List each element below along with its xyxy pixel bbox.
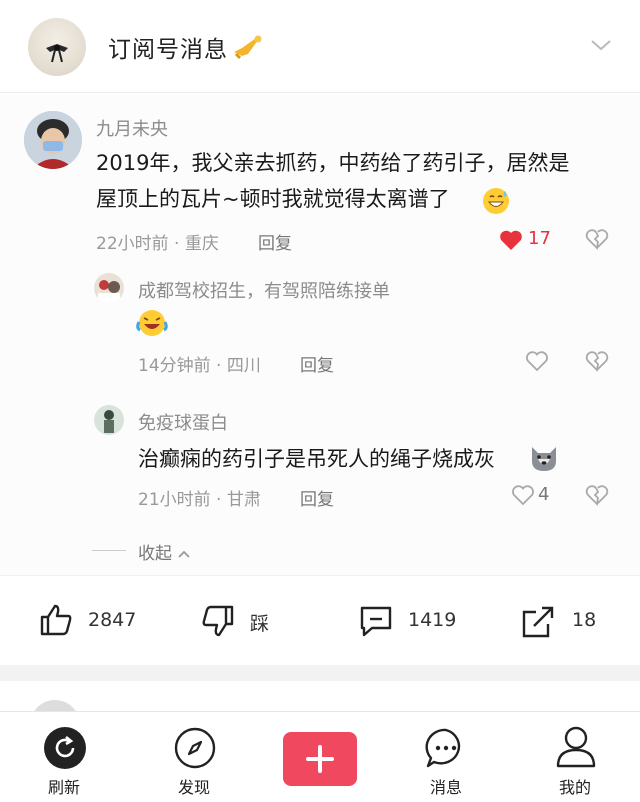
- divider: [92, 550, 126, 551]
- like-count: 4: [538, 484, 550, 505]
- wolf-emoji: [532, 447, 556, 471]
- chevron-up-icon: [178, 550, 191, 558]
- collapse-text: 收起: [138, 544, 172, 564]
- reply-author[interactable]: 免疫球蛋白: [138, 409, 228, 435]
- heart-outline-icon[interactable]: [511, 484, 535, 506]
- like-count: 2847: [88, 609, 137, 631]
- thumbs-down-icon[interactable]: [200, 604, 236, 640]
- reply-meta: 21小时前 · 甘肃: [138, 490, 261, 510]
- share-count: 18: [572, 609, 597, 631]
- broken-heart-icon[interactable]: [585, 484, 609, 506]
- comment-section: 九月未央 2019年，我父亲去抓药，中药给了药引子，居然是 屋顶上的瓦片~顿时我…: [0, 93, 640, 575]
- divider: [0, 575, 640, 576]
- comment-count: 1419: [408, 609, 457, 631]
- avatar[interactable]: [94, 273, 124, 303]
- reply-text: 治癫痫的药引子是吊死人的绳子烧成灰: [138, 447, 495, 471]
- tab-discover[interactable]: 发现: [178, 774, 210, 798]
- thumbs-up-icon[interactable]: [38, 602, 74, 638]
- broken-heart-icon[interactable]: [585, 350, 609, 372]
- trumpet-icon: [234, 35, 262, 60]
- user-icon[interactable]: [554, 724, 598, 770]
- plus-icon: [306, 745, 334, 773]
- crying-laughing-emoji: [136, 310, 168, 336]
- refresh-icon[interactable]: [43, 726, 87, 770]
- tab-refresh[interactable]: 刷新: [48, 774, 80, 798]
- comment-author[interactable]: 九月未央: [96, 115, 168, 141]
- page-title: 订阅号消息: [108, 37, 228, 63]
- broken-heart-icon[interactable]: [585, 228, 609, 250]
- comment-text-line-1: 2019年，我父亲去抓药，中药给了药引子，居然是: [96, 151, 570, 175]
- account-avatar[interactable]: [28, 18, 86, 76]
- section-gap: [0, 665, 640, 681]
- header: 订阅号消息: [0, 0, 640, 92]
- chevron-down-icon[interactable]: [590, 38, 612, 52]
- share-icon[interactable]: [520, 604, 556, 640]
- tab-bar: 刷新 发现 消息 我的: [0, 711, 640, 802]
- create-post-button[interactable]: [283, 732, 357, 786]
- comment-text-line-2: 屋顶上的瓦片~顿时我就觉得太离谱了: [96, 187, 450, 211]
- comment-icon[interactable]: [358, 604, 394, 638]
- reply-button[interactable]: 回复: [300, 351, 334, 376]
- reply-button[interactable]: 回复: [300, 485, 334, 510]
- heart-outline-icon[interactable]: [525, 350, 549, 372]
- collapse-label[interactable]: 收起: [138, 539, 191, 564]
- tab-messages[interactable]: 消息: [430, 774, 462, 798]
- message-icon[interactable]: [424, 726, 468, 770]
- grinning-sweat-emoji: [483, 188, 509, 214]
- like-count: 17: [528, 228, 551, 249]
- reply-button[interactable]: 回复: [258, 229, 292, 254]
- heart-filled-icon[interactable]: [499, 229, 523, 251]
- comment-meta: 22小时前 · 重庆: [96, 234, 219, 254]
- dislike-label[interactable]: 踩: [250, 609, 269, 636]
- action-bar: 2847 踩 1419 18: [0, 590, 640, 654]
- compass-icon[interactable]: [173, 726, 217, 770]
- reply-author[interactable]: 成都驾校招生，有驾照陪练接单: [138, 277, 390, 303]
- reply-meta: 14分钟前 · 四川: [138, 356, 261, 376]
- tab-me[interactable]: 我的: [559, 774, 591, 798]
- avatar[interactable]: [94, 405, 124, 435]
- avatar[interactable]: [24, 111, 82, 169]
